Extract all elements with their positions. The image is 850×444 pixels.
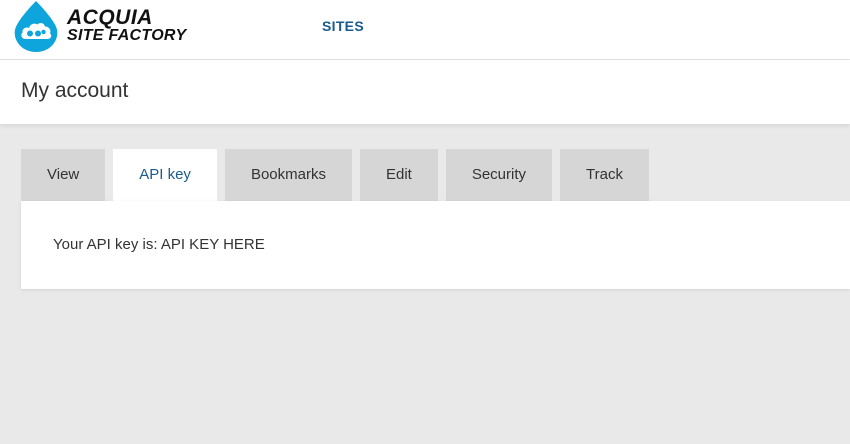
logo-line-2: SITE FACTORY <box>67 27 187 44</box>
tab-security[interactable]: Security <box>445 149 553 201</box>
acquia-site-factory-logo[interactable]: ACQUIA SITE FACTORY <box>12 0 202 54</box>
tab-api-key[interactable]: API key <box>113 149 217 201</box>
api-key-panel: Your API key is: API KEY HERE <box>21 201 850 289</box>
tab-edit[interactable]: Edit <box>359 149 438 201</box>
logo-wordmark: ACQUIA SITE FACTORY <box>67 6 187 45</box>
nav-sites-link[interactable]: SITES <box>322 18 364 34</box>
tab-track[interactable]: Track <box>560 149 649 201</box>
page-header: My account <box>0 60 850 124</box>
page-title: My account <box>21 79 129 102</box>
top-bar: ACQUIA SITE FACTORY SITES <box>0 0 850 60</box>
tab-bookmarks[interactable]: Bookmarks <box>224 149 352 201</box>
tab-view[interactable]: View <box>21 149 106 201</box>
cloud-drop-icon <box>14 1 58 52</box>
account-tabs: View API key Bookmarks Edit Security Tra… <box>21 149 649 201</box>
logo-line-1: ACQUIA <box>67 6 153 29</box>
api-key-text: Your API key is: API KEY HERE <box>53 236 265 253</box>
